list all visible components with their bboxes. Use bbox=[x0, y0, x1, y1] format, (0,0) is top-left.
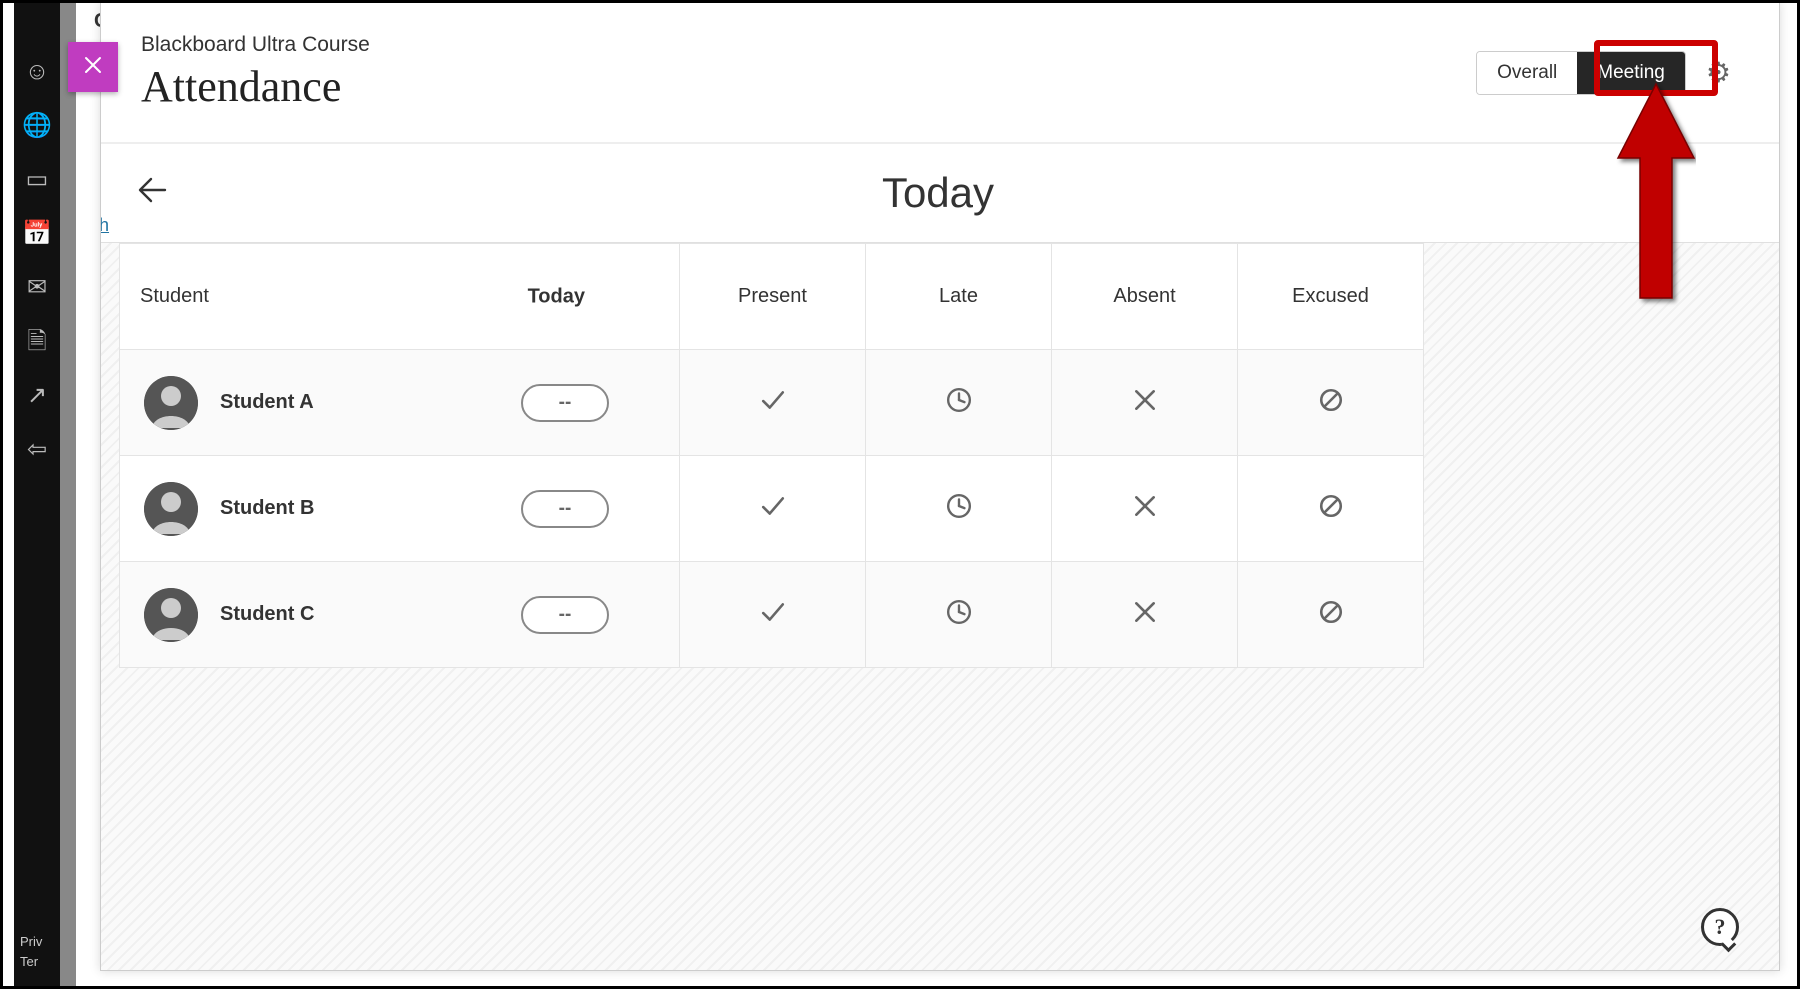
status-pill[interactable]: -- bbox=[521, 596, 609, 634]
rail-footer: Priv Ter bbox=[14, 932, 60, 989]
view-toggle: Overall Meeting bbox=[1476, 51, 1686, 95]
day-header: Today Sh bbox=[101, 143, 1779, 243]
col-late: Late bbox=[866, 244, 1052, 350]
avatar bbox=[144, 482, 198, 536]
logout-icon[interactable]: ⇦ bbox=[27, 438, 47, 462]
student-name: Student B bbox=[220, 497, 314, 520]
panel-body: Today Sh Student Today Present bbox=[101, 143, 1779, 970]
clock-icon bbox=[946, 387, 972, 413]
check-icon bbox=[760, 599, 786, 625]
app-rail: ☺ 🌐 ▭ 📅 ✉ 🗎 ↗ ⇦ Priv Ter bbox=[14, 0, 60, 989]
ban-icon bbox=[1318, 599, 1344, 625]
col-student-label: Student bbox=[140, 285, 209, 307]
col-present: Present bbox=[680, 244, 866, 350]
page-title: Attendance bbox=[141, 61, 370, 112]
mark-present-button[interactable] bbox=[680, 562, 866, 668]
content-area: Student Today Present Late Absent Excuse… bbox=[101, 243, 1779, 970]
col-student: Student Today bbox=[120, 244, 680, 350]
mark-absent-button[interactable] bbox=[1052, 350, 1238, 456]
mark-absent-button[interactable] bbox=[1052, 562, 1238, 668]
col-today-label: Today bbox=[528, 285, 585, 308]
mark-absent-button[interactable] bbox=[1052, 456, 1238, 562]
settings-button[interactable]: ⚙ bbox=[1698, 50, 1739, 95]
mark-late-button[interactable] bbox=[866, 562, 1052, 668]
arrow-left-icon bbox=[135, 178, 171, 216]
check-icon bbox=[760, 493, 786, 519]
cross-icon bbox=[1132, 493, 1158, 519]
ban-icon bbox=[1318, 493, 1344, 519]
mark-late-button[interactable] bbox=[866, 456, 1052, 562]
footer-terms[interactable]: Ter bbox=[20, 952, 60, 972]
table-header-row: Student Today Present Late Absent Excuse… bbox=[120, 244, 1424, 350]
book-icon[interactable]: ▭ bbox=[26, 168, 49, 192]
check-icon bbox=[760, 387, 786, 413]
status-pill[interactable]: -- bbox=[521, 384, 609, 422]
show-link[interactable]: Sh bbox=[100, 215, 109, 236]
globe-icon[interactable]: 🌐 bbox=[22, 114, 52, 138]
previous-day-button[interactable] bbox=[135, 172, 171, 214]
help-button[interactable]: ? bbox=[1701, 908, 1739, 946]
avatar bbox=[144, 376, 198, 430]
mark-late-button[interactable] bbox=[866, 350, 1052, 456]
calendar-icon[interactable]: 📅 bbox=[22, 222, 52, 246]
mark-present-button[interactable] bbox=[680, 456, 866, 562]
col-excused: Excused bbox=[1238, 244, 1424, 350]
student-name: Student A bbox=[220, 391, 314, 414]
panel-header: Blackboard Ultra Course Attendance Overa… bbox=[101, 3, 1779, 143]
gear-icon: ⚙ bbox=[1706, 57, 1731, 88]
mark-present-button[interactable] bbox=[680, 350, 866, 456]
ban-icon bbox=[1318, 387, 1344, 413]
cross-icon bbox=[1132, 387, 1158, 413]
meeting-tab[interactable]: Meeting bbox=[1577, 52, 1685, 94]
close-button[interactable] bbox=[68, 42, 118, 92]
table-row: Student B -- bbox=[120, 456, 1424, 562]
send-icon[interactable]: ↗ bbox=[27, 384, 47, 408]
clock-icon bbox=[946, 599, 972, 625]
student-name: Student C bbox=[220, 603, 314, 626]
student-cell: Student C -- bbox=[120, 562, 680, 668]
student-cell: Student B -- bbox=[120, 456, 680, 562]
table-row: Student A -- bbox=[120, 350, 1424, 456]
mark-excused-button[interactable] bbox=[1238, 456, 1424, 562]
profile-icon[interactable]: ☺ bbox=[25, 60, 50, 84]
doc-icon[interactable]: 🗎 bbox=[27, 330, 46, 354]
student-cell: Student A -- bbox=[120, 350, 680, 456]
col-absent: Absent bbox=[1052, 244, 1238, 350]
cross-icon bbox=[1132, 599, 1158, 625]
avatar bbox=[144, 588, 198, 642]
clock-icon bbox=[946, 493, 972, 519]
help-icon: ? bbox=[1715, 914, 1726, 940]
status-pill[interactable]: -- bbox=[521, 490, 609, 528]
overall-tab[interactable]: Overall bbox=[1477, 52, 1577, 94]
footer-privacy[interactable]: Priv bbox=[20, 932, 60, 952]
mark-excused-button[interactable] bbox=[1238, 350, 1424, 456]
attendance-panel: Blackboard Ultra Course Attendance Overa… bbox=[100, 2, 1780, 971]
mail-icon[interactable]: ✉ bbox=[27, 276, 47, 300]
mark-excused-button[interactable] bbox=[1238, 562, 1424, 668]
course-name: Blackboard Ultra Course bbox=[141, 33, 370, 57]
attendance-table: Student Today Present Late Absent Excuse… bbox=[119, 243, 1424, 668]
table-row: Student C -- bbox=[120, 562, 1424, 668]
close-icon bbox=[81, 53, 105, 82]
day-title: Today bbox=[171, 169, 1705, 217]
